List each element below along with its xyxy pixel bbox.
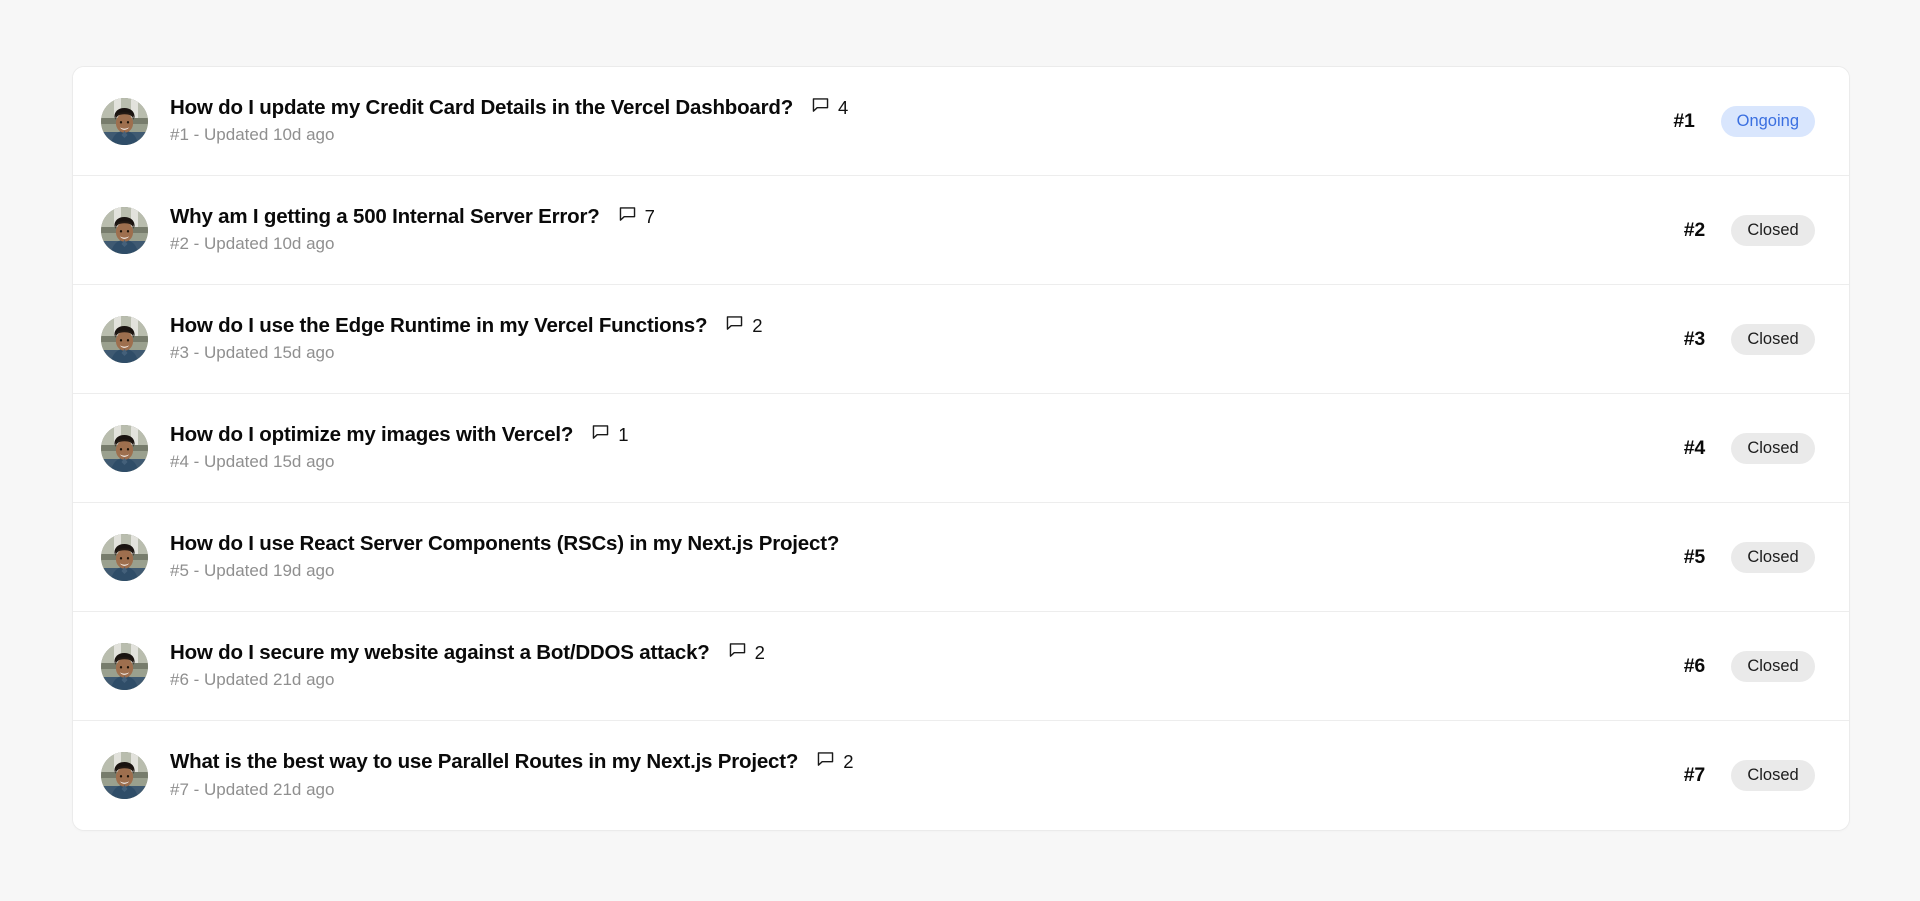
issue-number: #6 [1661,655,1705,678]
issue-title-line: How do I use the Edge Runtime in my Verc… [170,314,1661,339]
issue-content: What is the best way to use Parallel Rou… [170,750,1661,801]
issue-title-line: Why am I getting a 500 Internal Server E… [170,205,1661,230]
issue-title[interactable]: Why am I getting a 500 Internal Server E… [170,205,600,230]
issue-content: How do I use the Edge Runtime in my Verc… [170,314,1661,365]
comment-count: 1 [618,426,628,445]
issue-title-line: How do I secure my website against a Bot… [170,641,1661,666]
comment-count-group[interactable]: 1 [591,423,628,447]
comment-count-group[interactable]: 2 [725,314,762,338]
issue-meta: #4 Closed [1661,433,1815,464]
issue-title[interactable]: How do I optimize my images with Vercel? [170,423,573,448]
issue-title-line: What is the best way to use Parallel Rou… [170,750,1661,775]
issue-title-line: How do I optimize my images with Vercel?… [170,423,1661,448]
issue-content: How do I optimize my images with Vercel?… [170,423,1661,474]
avatar [101,752,148,799]
issue-row[interactable]: How do I secure my website against a Bot… [73,612,1849,721]
issue-title[interactable]: How do I secure my website against a Bot… [170,641,710,666]
page-root: How do I update my Credit Card Details i… [0,0,1920,901]
status-badge: Closed [1731,433,1815,464]
avatar [101,425,148,472]
issue-content: How do I update my Credit Card Details i… [170,96,1651,147]
comment-bubble-icon [728,641,747,665]
status-badge: Closed [1731,651,1815,682]
issue-content: How do I use React Server Components (RS… [170,532,1661,583]
comment-count: 2 [755,644,765,663]
issue-subtitle: #2 - Updated 10d ago [170,233,1661,255]
comment-bubble-icon [618,205,637,229]
issue-title[interactable]: How do I use React Server Components (RS… [170,532,839,557]
issue-row[interactable]: Why am I getting a 500 Internal Server E… [73,176,1849,285]
issue-title-line: How do I use React Server Components (RS… [170,532,1661,557]
avatar [101,98,148,145]
comment-bubble-icon [725,314,744,338]
comment-count-group[interactable]: 2 [816,750,853,774]
issue-subtitle: #5 - Updated 19d ago [170,560,1661,582]
avatar [101,207,148,254]
comment-bubble-icon [816,750,835,774]
issue-row[interactable]: How do I update my Credit Card Details i… [73,67,1849,176]
issue-subtitle: #7 - Updated 21d ago [170,779,1661,801]
issue-title[interactable]: How do I update my Credit Card Details i… [170,96,793,121]
issues-card: How do I update my Credit Card Details i… [72,66,1850,831]
issue-content: How do I secure my website against a Bot… [170,641,1661,692]
issue-meta: #5 Closed [1661,542,1815,573]
issue-title[interactable]: What is the best way to use Parallel Rou… [170,750,798,775]
status-badge: Ongoing [1721,106,1815,137]
issue-number: #4 [1661,437,1705,460]
issue-subtitle: #6 - Updated 21d ago [170,669,1661,691]
issue-row[interactable]: How do I use the Edge Runtime in my Verc… [73,285,1849,394]
issue-subtitle: #4 - Updated 15d ago [170,451,1661,473]
issue-number: #3 [1661,328,1705,351]
issue-number: #1 [1651,110,1695,133]
comment-count-group[interactable]: 7 [618,205,655,229]
issue-title[interactable]: How do I use the Edge Runtime in my Verc… [170,314,707,339]
comment-count: 2 [752,317,762,336]
issue-row[interactable]: How do I optimize my images with Vercel?… [73,394,1849,503]
issue-meta: #7 Closed [1661,760,1815,791]
comment-bubble-icon [811,96,830,120]
issue-meta: #6 Closed [1661,651,1815,682]
issue-number: #7 [1661,764,1705,787]
avatar [101,643,148,690]
status-badge: Closed [1731,542,1815,573]
issue-meta: #1 Ongoing [1651,106,1815,137]
issue-number: #2 [1661,219,1705,242]
issues-list: How do I update my Credit Card Details i… [73,67,1849,830]
avatar [101,316,148,363]
issue-content: Why am I getting a 500 Internal Server E… [170,205,1661,256]
issue-row[interactable]: What is the best way to use Parallel Rou… [73,721,1849,830]
issue-title-line: How do I update my Credit Card Details i… [170,96,1651,121]
comment-count: 2 [843,753,853,772]
issue-row[interactable]: How do I use React Server Components (RS… [73,503,1849,612]
comment-count: 7 [645,208,655,227]
status-badge: Closed [1731,760,1815,791]
status-badge: Closed [1731,324,1815,355]
issue-meta: #3 Closed [1661,324,1815,355]
comment-bubble-icon [591,423,610,447]
issue-subtitle: #1 - Updated 10d ago [170,124,1651,146]
issue-subtitle: #3 - Updated 15d ago [170,342,1661,364]
comment-count-group[interactable]: 2 [728,641,765,665]
issue-number: #5 [1661,546,1705,569]
comment-count-group[interactable]: 4 [811,96,848,120]
comment-count: 4 [838,99,848,118]
status-badge: Closed [1731,215,1815,246]
avatar [101,534,148,581]
issue-meta: #2 Closed [1661,215,1815,246]
